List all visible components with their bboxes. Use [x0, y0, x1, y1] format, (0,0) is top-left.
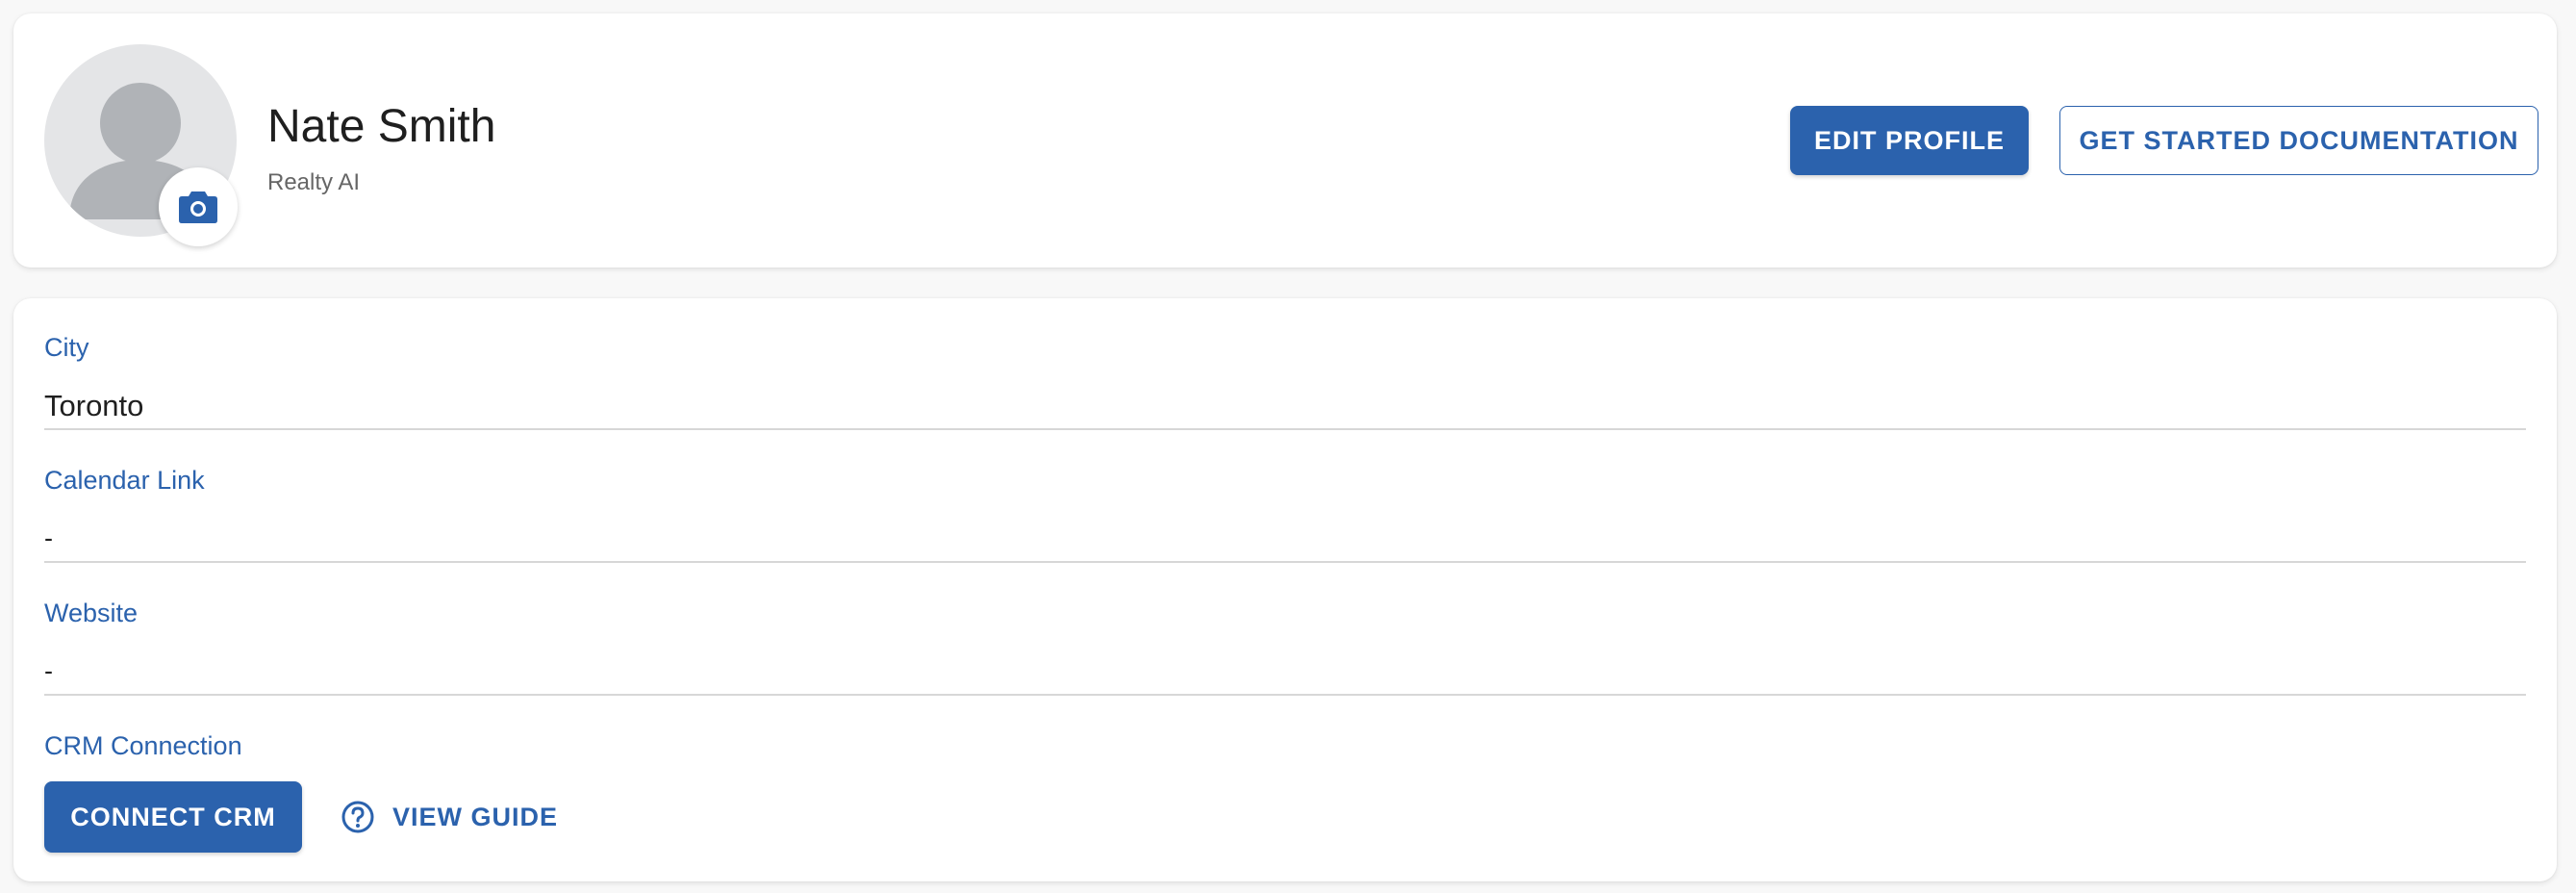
- website-divider: [44, 694, 2526, 696]
- view-guide-label: VIEW GUIDE: [392, 802, 559, 831]
- profile-company: Realty AI: [267, 169, 361, 195]
- camera-icon: [179, 191, 217, 223]
- edit-profile-button[interactable]: EDIT PROFILE: [1790, 106, 2029, 175]
- profile-card: Nate Smith Realty AI EDIT PROFILE GET ST…: [13, 13, 2557, 268]
- calendar-link-divider: [44, 561, 2526, 563]
- city-label: City: [44, 333, 89, 362]
- city-value: Toronto: [44, 389, 144, 422]
- help-circle-icon: [341, 801, 374, 833]
- calendar-link-label: Calendar Link: [44, 466, 205, 495]
- city-divider: [44, 428, 2526, 430]
- profile-name: Nate Smith: [267, 101, 496, 152]
- website-label: Website: [44, 599, 139, 627]
- details-card: City Toronto Calendar Link - Website - C…: [13, 298, 2557, 881]
- crm-connection-label: CRM Connection: [44, 731, 242, 760]
- view-guide-link[interactable]: VIEW GUIDE: [341, 787, 558, 847]
- calendar-link-value: -: [44, 523, 53, 552]
- get-started-documentation-button[interactable]: GET STARTED DOCUMENTATION: [2059, 106, 2538, 175]
- change-photo-button[interactable]: [159, 167, 238, 246]
- connect-crm-button[interactable]: CONNECT CRM: [44, 781, 302, 853]
- website-value: -: [44, 656, 53, 685]
